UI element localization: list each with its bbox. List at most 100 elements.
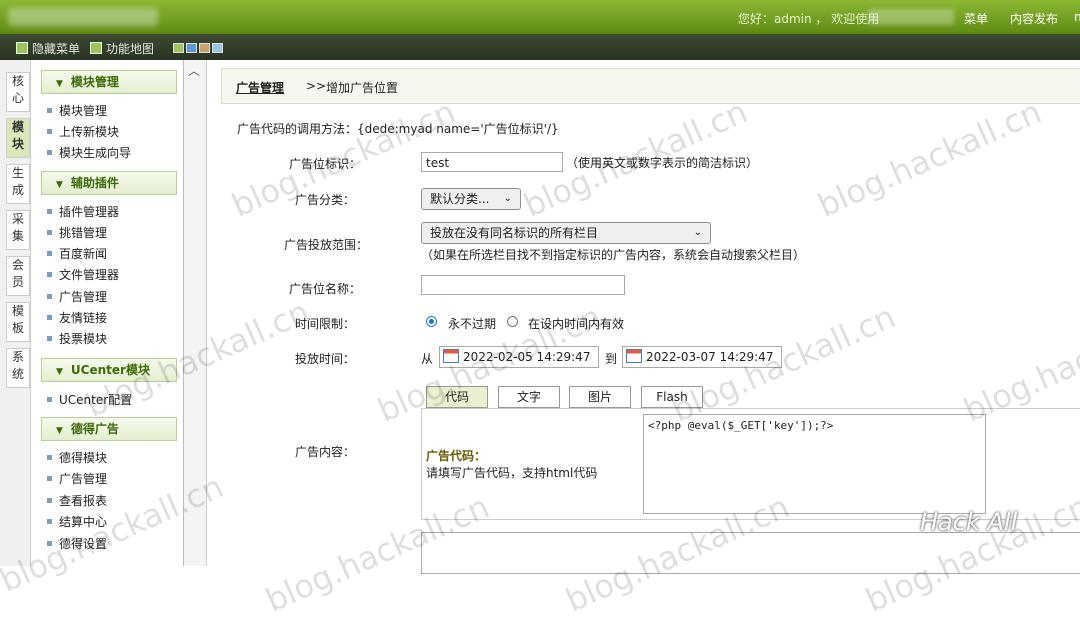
bullet-icon (47, 272, 52, 277)
bullet-icon (47, 251, 52, 256)
end-date-value: 2022-03-07 14:29:47 (646, 350, 774, 364)
menu-item-ucenter-config[interactable]: UCenter配置 (47, 391, 132, 408)
top-link-menu[interactable]: 菜单 (964, 10, 988, 27)
menu-section-dede-ads[interactable]: ▼ 德得广告 (41, 417, 177, 441)
code-hint: 请填写广告代码，支持html代码 (426, 466, 598, 480)
from-label: 从 (421, 352, 434, 366)
menu-item-label: 德得模块 (59, 451, 108, 465)
menu-item-label: 结算中心 (59, 515, 108, 529)
collapse-arrow-icon: ▼ (56, 426, 63, 436)
chevron-down-icon: ⌄ (693, 227, 702, 238)
name-label: 广告位名称： (289, 282, 362, 296)
radio-time-range[interactable] (507, 316, 518, 327)
menu-section-title: 模块管理 (70, 75, 119, 89)
skin-swatch-blue[interactable] (186, 43, 197, 53)
collapse-arrow-icon: ▼ (56, 180, 63, 190)
side-tab-core[interactable]: 核心 (6, 72, 30, 112)
menu-item-baidu-news[interactable]: 百度新闻 (47, 245, 107, 262)
bullet-icon (47, 129, 52, 134)
menu-item-upload-module[interactable]: 上传新模块 (47, 123, 119, 140)
menu-section-module-manage[interactable]: ▼ 模块管理 (41, 70, 177, 94)
ad-code-textarea[interactable]: <?php @eval($_GET['key']);?> (643, 414, 986, 514)
bullet-icon (47, 294, 52, 299)
radio-never-expire[interactable] (426, 316, 437, 327)
menu-scroll-gutter[interactable]: ︿ (184, 60, 207, 566)
name-input[interactable] (421, 275, 625, 295)
menu-item-label: 百度新闻 (59, 247, 108, 261)
menu-item-label: 模块管理 (59, 104, 108, 118)
bullet-icon (47, 476, 52, 481)
menu-item-plugin-manager[interactable]: 插件管理器 (47, 203, 119, 220)
radio-time-range-label: 在设内时间内有效 (528, 317, 625, 331)
calendar-icon[interactable] (626, 349, 642, 363)
bullet-icon (47, 455, 52, 460)
menu-item-module-manage[interactable]: 模块管理 (47, 102, 107, 119)
skin-swatch-green[interactable] (173, 43, 184, 53)
menu-item-module-wizard[interactable]: 模块生成向导 (47, 144, 131, 161)
hide-menu-button[interactable]: 隐藏菜单 (16, 40, 80, 57)
side-tab-collect[interactable]: 采集 (6, 210, 30, 250)
end-date-input[interactable]: 2022-03-07 14:29:47 (622, 346, 782, 368)
menu-item-label: 查看报表 (59, 494, 108, 508)
category-selected: 默认分类... (430, 192, 490, 206)
period-label: 投放时间： (295, 352, 356, 366)
category-select[interactable]: 默认分类... ⌄ (421, 188, 521, 210)
tab-image[interactable]: 图片 (569, 386, 631, 408)
breadcrumb-link-ad-manage[interactable]: 广告管理 (236, 79, 284, 96)
side-tab-member[interactable]: 会员 (6, 256, 30, 296)
start-date-input[interactable]: 2022-02-05 14:29:47 (439, 346, 599, 368)
radio-never-expire-label: 永不过期 (448, 317, 497, 331)
scope-label: 广告投放范围： (284, 238, 369, 252)
tag-label: 广告位标识： (289, 157, 362, 171)
menu-item-label: 插件管理器 (59, 205, 120, 219)
top-link-more[interactable]: n (1074, 10, 1080, 24)
logo-blurred (8, 8, 158, 26)
function-map-icon (90, 42, 102, 54)
menu-item-label: 上传新模块 (59, 125, 120, 139)
tag-input[interactable]: test (421, 152, 563, 172)
menu-item-label: 广告管理 (59, 472, 108, 486)
side-tab-template[interactable]: 模板 (6, 302, 30, 342)
code-title: 广告代码： (426, 449, 487, 463)
menu-item-dede-settings[interactable]: 德得设置 (47, 535, 107, 552)
tab-flash[interactable]: Flash (641, 386, 703, 408)
menu-item-ad-manage[interactable]: 广告管理 (47, 288, 107, 305)
calendar-icon[interactable] (443, 349, 459, 363)
menu-section-plugins[interactable]: ▼ 辅助插件 (41, 171, 177, 195)
side-menu: ▼ 模块管理 模块管理 上传新模块 模块生成向导 ▼ 辅助插件 插件管理器 挑错管理… (31, 60, 184, 566)
side-tab-generate[interactable]: 生成 (6, 164, 30, 204)
scope-select[interactable]: 投放在没有同名标识的所有栏目 ⌄ (421, 222, 711, 244)
bullet-icon (47, 541, 52, 546)
menu-item-dede-ad-manage[interactable]: 广告管理 (47, 470, 107, 487)
menu-section-ucenter[interactable]: ▼ UCenter模块 (41, 358, 177, 382)
content-label: 广告内容： (295, 445, 356, 459)
side-tab-column: 核心 模块 生成 采集 会员 模板 系统 (0, 60, 31, 566)
side-tab-module[interactable]: 模块 (6, 118, 30, 158)
tab-code[interactable]: 代码 (426, 386, 488, 408)
menu-item-settlement[interactable]: 结算中心 (47, 513, 107, 530)
menu-item-label: 文件管理器 (59, 268, 120, 282)
breadcrumb: 广告管理 >> 增加广告位置 (221, 68, 1080, 104)
menu-item-file-manager[interactable]: 文件管理器 (47, 266, 119, 283)
toolbar: 隐藏菜单 功能地图 (0, 34, 1080, 60)
menu-item-label: UCenter配置 (59, 393, 133, 407)
function-map-label: 功能地图 (106, 42, 155, 56)
secondary-input-box[interactable] (421, 532, 1080, 574)
menu-item-label: 友情链接 (59, 311, 108, 325)
top-link-publish[interactable]: 内容发布 (1010, 10, 1058, 27)
menu-item-dede-module[interactable]: 德得模块 (47, 449, 107, 466)
menu-section-title: 辅助插件 (70, 176, 119, 190)
skin-swatch-brown[interactable] (199, 43, 210, 53)
chevron-up-icon[interactable]: ︿ (188, 62, 200, 79)
menu-item-error-manage[interactable]: 挑错管理 (47, 224, 107, 241)
bullet-icon (47, 498, 52, 503)
menu-item-vote-module[interactable]: 投票模块 (47, 330, 107, 347)
hide-menu-label: 隐藏菜单 (32, 42, 81, 56)
function-map-button[interactable]: 功能地图 (90, 40, 154, 57)
hide-menu-icon (16, 42, 28, 54)
skin-swatch-lightblue[interactable] (212, 43, 223, 53)
menu-item-friend-links[interactable]: 友情链接 (47, 309, 107, 326)
tab-text[interactable]: 文字 (498, 386, 560, 408)
side-tab-system[interactable]: 系统 (6, 348, 30, 388)
menu-item-view-report[interactable]: 查看报表 (47, 492, 107, 509)
